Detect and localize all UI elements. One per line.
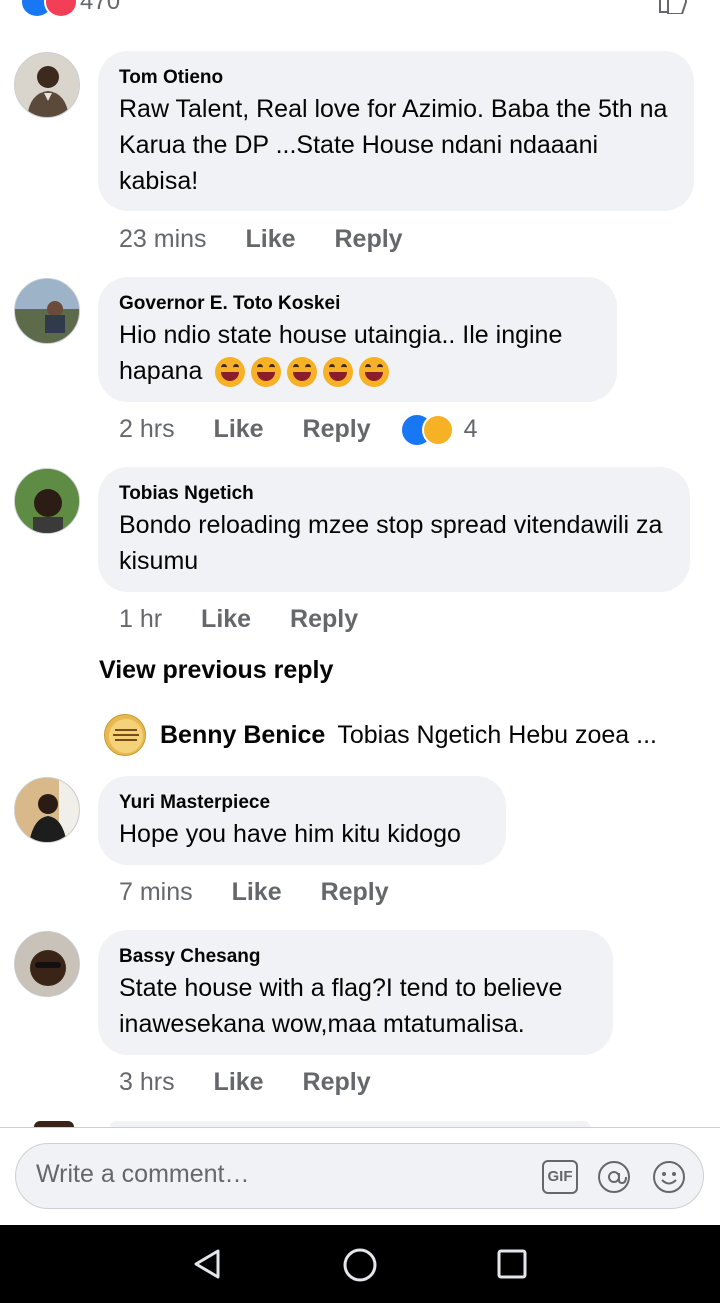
comment-actions: 3 hrs Like Reply (119, 1065, 403, 1099)
like-button[interactable]: Like (232, 875, 282, 909)
comment-actions: 2 hrs Like Reply 4 (119, 412, 478, 448)
avatar[interactable] (14, 931, 80, 997)
comment-input[interactable]: Write a comment… (36, 1160, 249, 1189)
like-button[interactable]: Like (214, 412, 264, 446)
comment-author[interactable]: Tobias Ngetich (119, 483, 668, 505)
comment-time[interactable]: 1 hr (119, 602, 162, 636)
haha-reaction-icon (421, 414, 454, 447)
comment-author[interactable]: Governor E. Toto Koskei (119, 293, 595, 315)
laughing-emoji-icon (359, 357, 390, 388)
reply-text: Tobias Ngetich Hebu zoea ... (337, 720, 657, 749)
reply-button[interactable]: Reply (303, 1065, 371, 1099)
laughing-emoji-icon (251, 357, 282, 388)
comment-reactions[interactable]: 4 (399, 412, 478, 448)
like-button[interactable]: Like (246, 222, 296, 256)
back-icon[interactable] (190, 1247, 224, 1281)
comment-bubble: Bassy Chesang State house with a flag?I … (98, 930, 613, 1055)
comment-actions: 7 mins Like Reply (119, 875, 421, 909)
recents-icon[interactable] (496, 1248, 528, 1280)
view-previous-reply-link[interactable]: View previous reply (99, 656, 333, 685)
avatar[interactable] (14, 52, 80, 118)
comment-text-row: Hio ndio state house utaingia.. Ile ingi… (119, 317, 595, 389)
comment-author[interactable]: Yuri Masterpiece (119, 792, 484, 814)
gif-icon[interactable]: GIF (542, 1160, 578, 1194)
comment-author[interactable]: Bassy Chesang (119, 946, 591, 968)
mention-icon[interactable] (597, 1160, 631, 1194)
comment-bubble: Yuri Masterpiece Hope you have him kitu … (98, 776, 506, 865)
comment-text: Hope you have him kitu kidogo (119, 820, 461, 848)
emoji-icon[interactable] (652, 1160, 686, 1194)
reply-button[interactable]: Reply (334, 222, 402, 256)
comment-actions: 23 mins Like Reply (119, 222, 435, 256)
comment-time[interactable]: 2 hrs (119, 412, 175, 446)
reply-button[interactable]: Reply (290, 602, 358, 636)
reply-button[interactable]: Reply (303, 412, 371, 446)
comment-text: State house with a flag?I tend to believ… (119, 974, 563, 1038)
comment-time[interactable]: 23 mins (119, 222, 207, 256)
laughing-emoji-icon (323, 357, 354, 388)
comment-composer[interactable]: Write a comment… GIF (15, 1143, 704, 1209)
comment-actions: 1 hr Like Reply (119, 602, 390, 636)
divider (0, 1127, 720, 1128)
laughing-emoji-icon (287, 357, 318, 388)
love-reaction-icon (44, 0, 78, 18)
comment-bubble: Tobias Ngetich Bondo reloading mzee stop… (98, 467, 690, 592)
avatar[interactable] (104, 714, 146, 756)
reaction-count[interactable]: 470 (80, 0, 120, 16)
comment-author[interactable]: Tom Otieno (119, 67, 672, 89)
laughing-emoji-icon (215, 357, 246, 388)
reply-button[interactable]: Reply (321, 875, 389, 909)
like-button[interactable]: Like (201, 602, 251, 636)
thumbs-up-icon[interactable] (656, 0, 690, 14)
reply-preview[interactable]: Benny Benice Tobias Ngetich Hebu zoea ..… (104, 713, 657, 757)
comment-bubble: Governor E. Toto Koskei Hio ndio state h… (98, 277, 617, 402)
like-button[interactable]: Like (214, 1065, 264, 1099)
comment-text: Bondo reloading mzee stop spread vitenda… (119, 511, 663, 575)
reaction-count: 4 (463, 415, 478, 443)
reply-author[interactable]: Benny Benice (160, 721, 325, 750)
avatar[interactable] (14, 278, 80, 344)
home-icon[interactable] (342, 1247, 378, 1283)
comment-text: Raw Talent, Real love for Azimio. Baba t… (119, 95, 668, 195)
avatar[interactable] (14, 777, 80, 843)
comment-time[interactable]: 3 hrs (119, 1065, 175, 1099)
avatar[interactable] (14, 468, 80, 534)
system-nav-bar (0, 1225, 720, 1303)
comment-time[interactable]: 7 mins (119, 875, 193, 909)
comment-bubble: Tom Otieno Raw Talent, Real love for Azi… (98, 51, 694, 211)
